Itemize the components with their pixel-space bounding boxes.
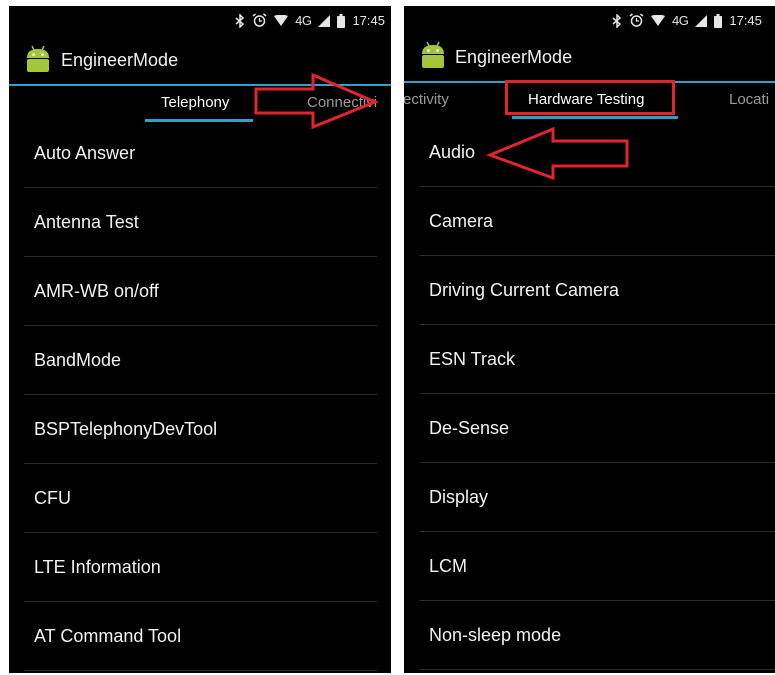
hardware-testing-highlight-box [505,80,675,115]
left-arrow-annotation [485,126,629,181]
annotation-overlay [0,0,775,675]
right-arrow-annotation [254,72,379,130]
